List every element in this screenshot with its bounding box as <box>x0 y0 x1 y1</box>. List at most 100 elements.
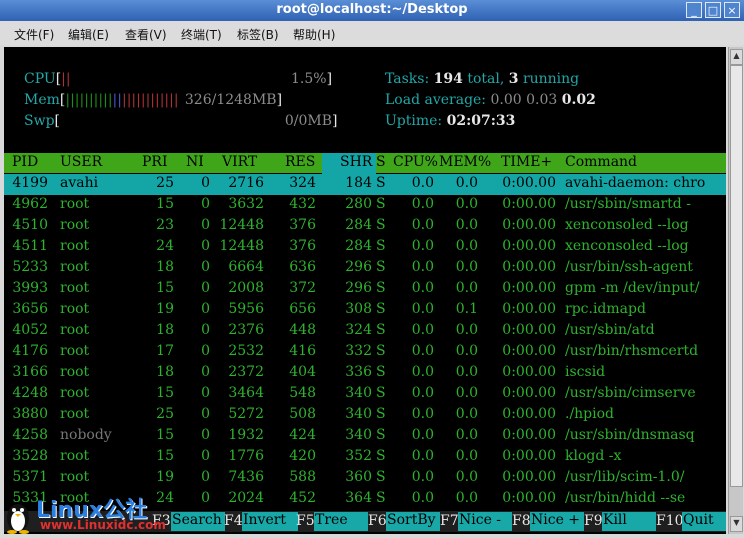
cell-mem: 0.0 <box>455 490 478 506</box>
cell-pid: 5233 <box>12 259 48 275</box>
close-button[interactable]: × <box>724 2 740 18</box>
f4-key[interactable]: F4 <box>224 513 243 529</box>
f8-key[interactable]: F8 <box>512 513 531 529</box>
cell-time: 0:00.00 <box>502 406 556 422</box>
process-row-selected[interactable]: 4199 avahi 25 0 2716 324 184 S 0.0 0.0 0:00.00 avah… <box>4 174 726 195</box>
process-row[interactable]: 3166 root 18 0 2372 404 336 S 0.0 0.0 0:00.00 iscsi… <box>4 363 726 384</box>
process-row[interactable]: 4511 root 24 0 12448 376 284 S 0.0 0.0 0:00.00 xenc… <box>4 237 726 258</box>
col-time[interactable]: TIME+ <box>501 154 552 170</box>
cell-ni: 0 <box>201 469 210 485</box>
f7-nice-minus-button[interactable]: Nice - <box>458 512 512 531</box>
menu-help[interactable]: 帮助(H) <box>293 26 335 43</box>
cell-res: 376 <box>289 238 316 254</box>
cell-mem: 0.0 <box>455 280 478 296</box>
process-row[interactable]: 4962 root 15 0 3632 432 280 S 0.0 0.0 0:00.00/usr/… <box>4 195 726 216</box>
cell-pri: 15 <box>156 385 174 401</box>
f6-sortby-button[interactable]: SortBy <box>386 512 440 531</box>
mem-value: 326/1248MB <box>184 92 277 108</box>
swp-meter: Swp[0/0MB] <box>24 113 338 129</box>
process-row[interactable]: 3656 root 19 0 5956 656 308 S 0.0 0.1 0:00.00 rpc.i… <box>4 300 726 321</box>
process-row[interactable]: 3993 root 15 0 2008 372 296 S 0.0 0.0 0:00.00 gpm -… <box>4 279 726 300</box>
menu-terminal[interactable]: 终端(T) <box>181 26 222 43</box>
f7-key[interactable]: F7 <box>440 513 459 529</box>
cell-pid: 4052 <box>12 322 48 338</box>
menu-tabs[interactable]: 标签(B) <box>237 26 279 43</box>
cell-virt: 2716 <box>228 175 264 191</box>
f8-nice-plus-button[interactable]: Nice + <box>530 512 584 531</box>
cell-shr: 340 <box>345 427 372 443</box>
title-bar[interactable]: root@localhost:~/Desktop _ □ × <box>0 0 744 21</box>
col-shr-sorted[interactable]: SHR <box>322 153 377 174</box>
cell-time: 0:00.00 <box>502 448 556 464</box>
process-row[interactable]: 4510 root 23 0 12448 376 284 S 0.0 0.0 0:00.00 xenc… <box>4 216 726 237</box>
cell-mem: 0.0 <box>455 364 478 380</box>
cell-shr: 296 <box>345 280 372 296</box>
col-res[interactable]: RES <box>285 154 315 170</box>
process-row[interactable]: 3880 root 25 0 5272 508 340 S 0.0 0.0 0:00.00 ./hpi… <box>4 405 726 426</box>
cell-user: root <box>60 259 90 275</box>
cell-command: /usr/sbin/dnsmasq <box>565 427 695 443</box>
cell-mem: 0.1 <box>455 301 478 317</box>
cell-res: 548 <box>289 385 316 401</box>
cell-mem: 0.0 <box>455 217 478 233</box>
col-pri[interactable]: PRI <box>142 154 168 170</box>
scroll-up-arrow-icon[interactable]: ▲ <box>730 49 743 65</box>
maximize-button[interactable]: □ <box>705 2 721 18</box>
cell-ni: 0 <box>201 406 210 422</box>
f9-key[interactable]: F9 <box>584 513 603 529</box>
col-mem[interactable]: MEM% <box>439 154 491 170</box>
cell-s: S <box>376 490 386 506</box>
cell-shr: 184 <box>345 175 372 191</box>
menu-edit[interactable]: 编辑(E) <box>68 26 109 43</box>
f10-quit-button[interactable]: Quit <box>682 512 726 531</box>
cell-s: S <box>376 217 386 233</box>
cell-cpu: 0.0 <box>411 448 434 464</box>
f5-key[interactable]: F5 <box>296 513 315 529</box>
terminal-scrollbar[interactable]: ▲ ▼ <box>728 47 743 534</box>
f5-tree-button[interactable]: Tree <box>314 512 368 531</box>
cell-time: 0:00.00 <box>502 238 556 254</box>
col-user[interactable]: USER <box>60 154 102 170</box>
cell-pri: 18 <box>156 259 174 275</box>
minimize-button[interactable]: _ <box>686 2 702 18</box>
cell-ni: 0 <box>201 196 210 212</box>
scroll-down-arrow-icon[interactable]: ▼ <box>730 516 743 532</box>
cell-time: 0:00.00 <box>502 343 556 359</box>
process-row[interactable]: 4052 root 18 0 2376 448 324 S 0.0 0.0 0:00.00/usr/… <box>4 321 726 342</box>
cell-virt: 2008 <box>228 280 264 296</box>
f9-kill-button[interactable]: Kill <box>602 512 656 531</box>
cell-pri: 25 <box>156 175 174 191</box>
cell-shr: 324 <box>345 322 372 338</box>
col-virt[interactable]: VIRT <box>222 154 257 170</box>
scrollbar-thumb[interactable] <box>730 65 743 487</box>
cell-res: 452 <box>289 490 316 506</box>
f6-key[interactable]: F6 <box>368 513 387 529</box>
menu-file[interactable]: 文件(F) <box>14 26 54 43</box>
cell-pri: 15 <box>156 280 174 296</box>
col-ni[interactable]: NI <box>186 154 204 170</box>
process-row[interactable]: 4258 nobody 15 0 1932 424 340 S 0.0 0.0 0:00.00/us… <box>4 426 726 447</box>
process-row[interactable]: 3528 root 15 0 1776 420 352 S 0.0 0.0 0:00.00 klogd… <box>4 447 726 468</box>
cell-command: xenconsoled --log <box>565 217 689 233</box>
process-row[interactable]: 5371 root 19 0 7436 588 360 S 0.0 0.0 0:00.00/usr/… <box>4 468 726 489</box>
cell-pid: 4962 <box>12 196 48 212</box>
col-s[interactable]: S <box>376 154 386 170</box>
col-pid[interactable]: PID <box>12 154 38 170</box>
cell-res: 420 <box>289 448 316 464</box>
cell-s: S <box>376 469 386 485</box>
cell-command: rpc.idmapd <box>565 301 646 317</box>
process-row[interactable]: 5233 root 18 0 6664 636 296 S 0.0 0.0 0:00.00/usr/… <box>4 258 726 279</box>
menu-view[interactable]: 查看(V) <box>125 26 167 43</box>
process-row[interactable]: 4176 root 17 0 2532 416 332 S 0.0 0.0 0:00.00/usr/… <box>4 342 726 363</box>
cell-time: 0:00.00 <box>502 280 556 296</box>
process-row[interactable]: 4248 root 15 0 3464 548 340 S 0.0 0.0 0:00.00/usr/… <box>4 384 726 405</box>
col-cpu[interactable]: CPU% <box>393 154 438 170</box>
f4-invert-button[interactable]: Invert <box>242 512 298 531</box>
cell-ni: 0 <box>201 175 210 191</box>
col-command[interactable]: Command <box>565 154 637 170</box>
cell-command: /usr/sbin/cimserve <box>565 385 696 401</box>
cell-s: S <box>376 448 386 464</box>
cell-cpu: 0.0 <box>411 196 434 212</box>
terminal-area[interactable]: CPU[|| 1.5%] Mem[||||||||||||||||||||||||… <box>4 47 726 534</box>
f10-key[interactable]: F10 <box>656 513 684 529</box>
